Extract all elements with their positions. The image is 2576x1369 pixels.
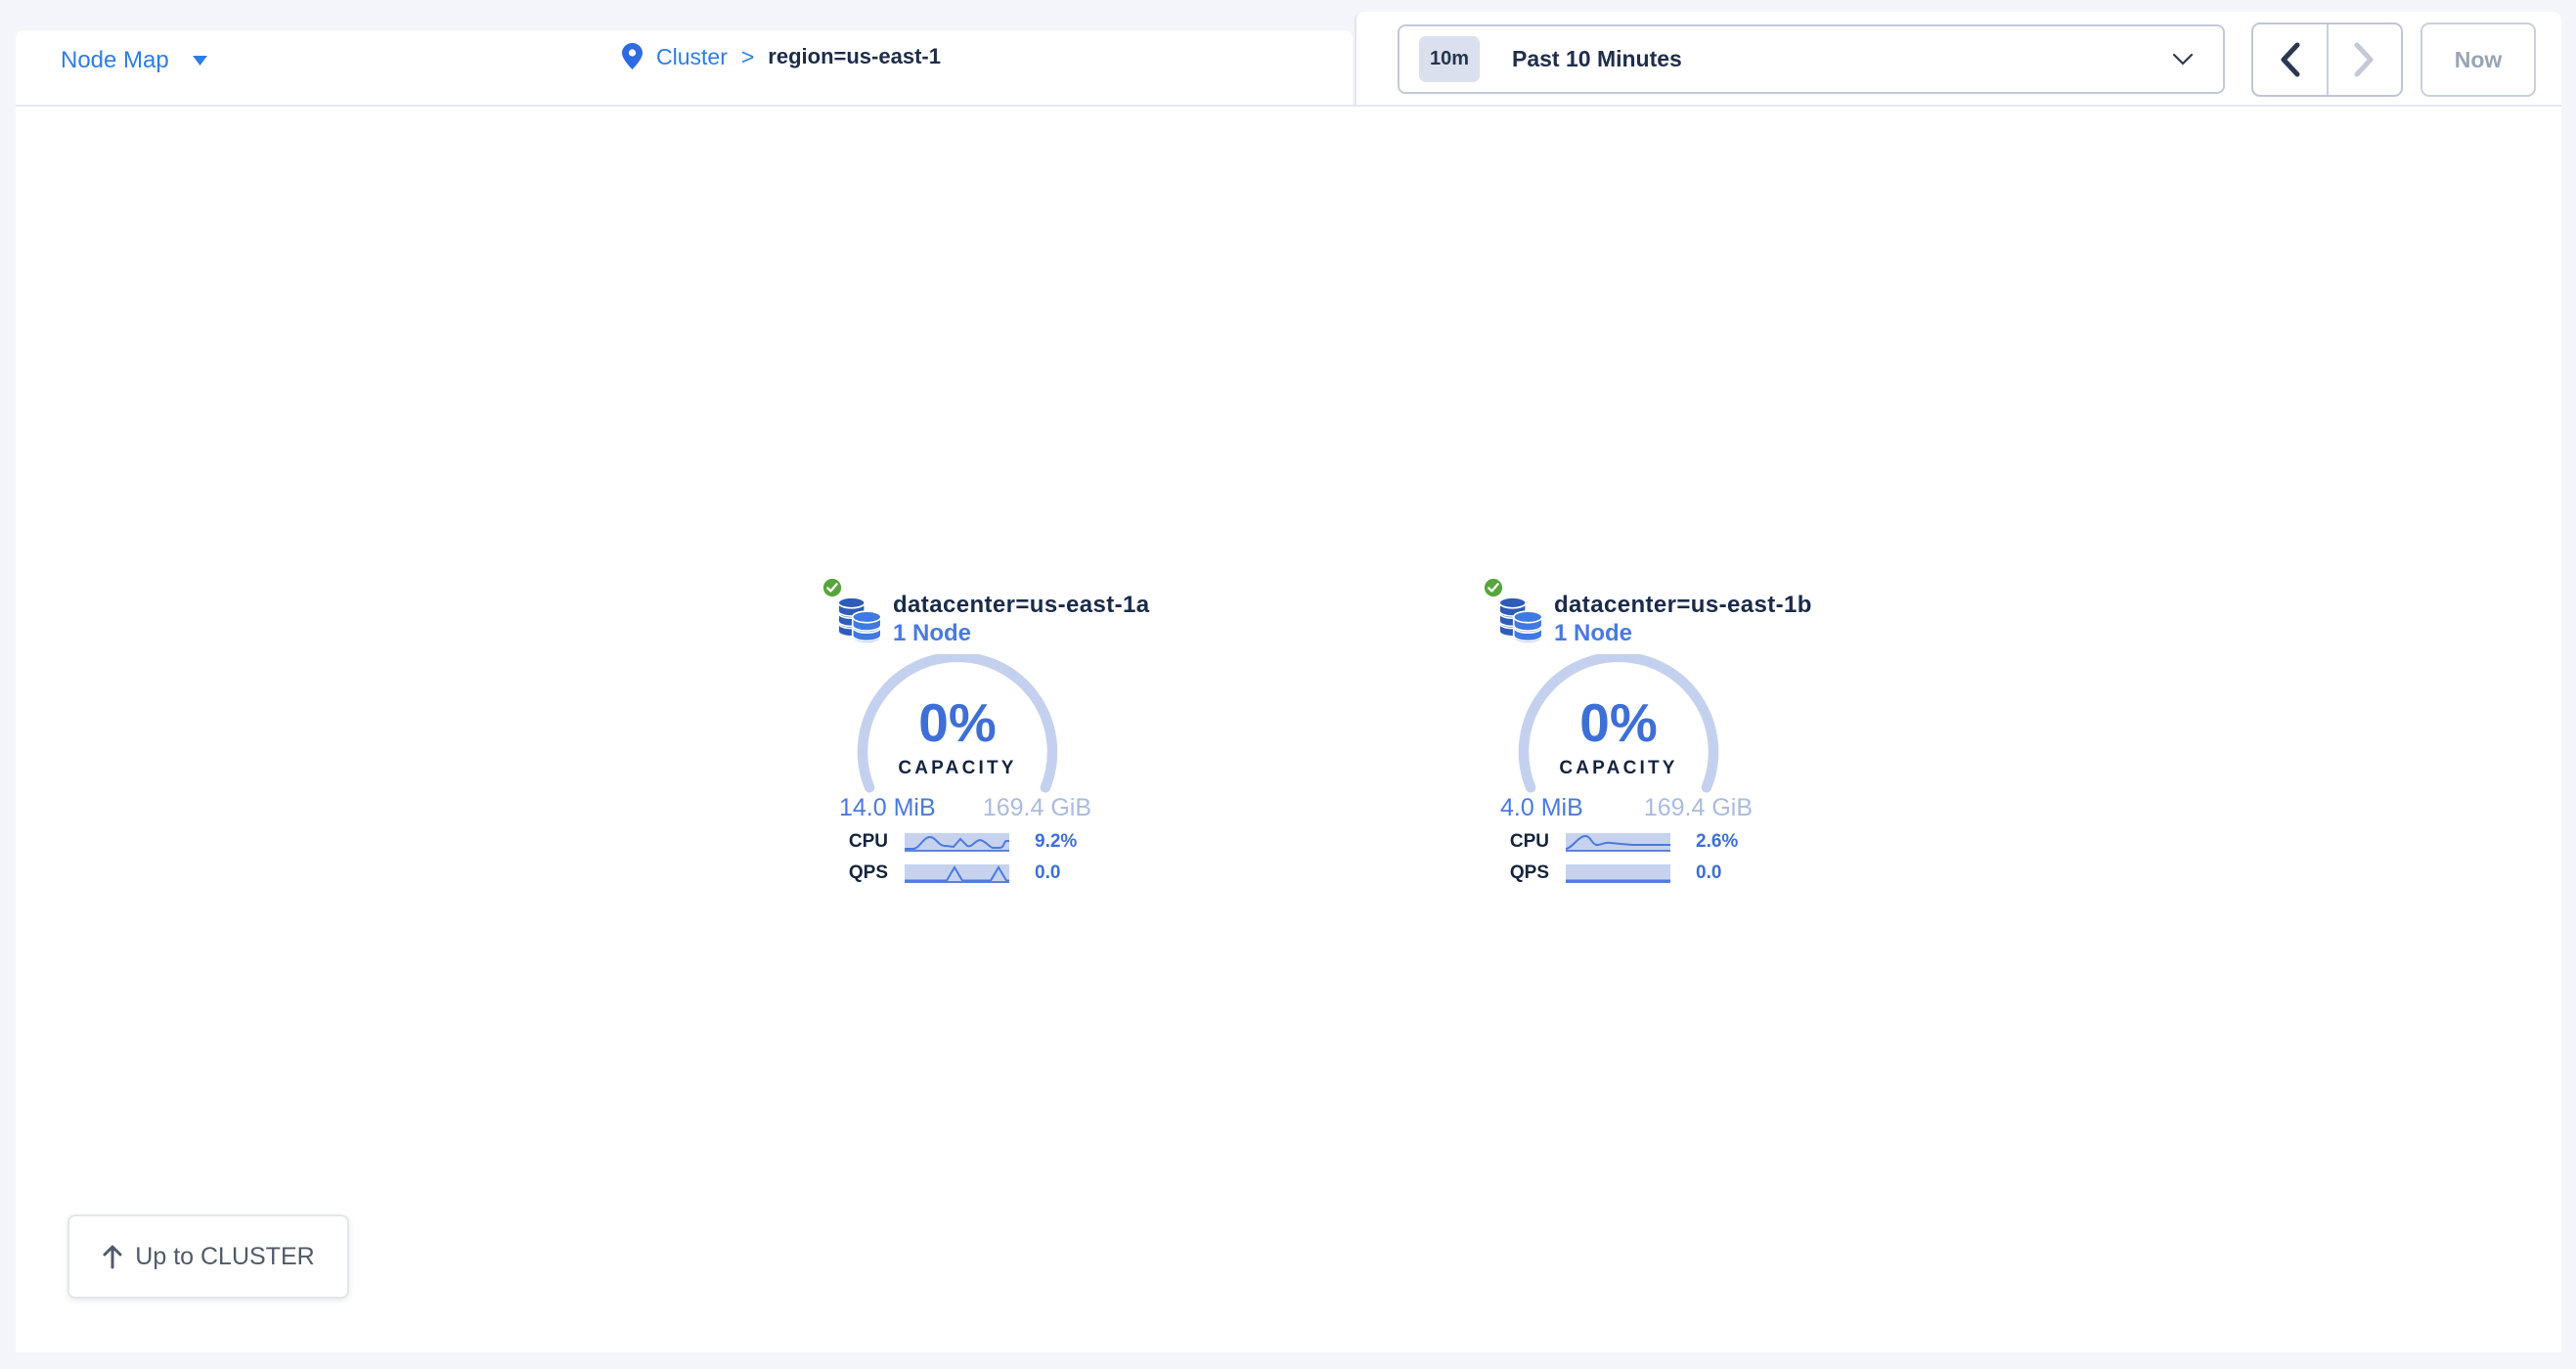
capacity-used: 14.0 MiB <box>839 796 936 820</box>
cpu-metric-row: CPU 9.2% <box>822 831 1105 853</box>
datacenter-group-us-east-1a[interactable]: datacenter=us-east-1a 1 Node 0% CAPACITY… <box>822 572 1164 895</box>
chevron-left-icon <box>2280 42 2300 77</box>
now-button-label: Now <box>2455 47 2503 73</box>
qps-value: 0.0 <box>1696 862 1721 884</box>
breadcrumb: Cluster > region=us-east-1 <box>622 43 941 70</box>
cpu-label: CPU <box>822 831 888 853</box>
cpu-sparkline <box>1566 833 1670 852</box>
chevron-right-icon <box>2354 42 2375 77</box>
qps-metric-row: QPS 0.0 <box>1483 862 1766 884</box>
breadcrumb-cluster-link[interactable]: Cluster <box>656 44 728 70</box>
datacenter-node-count: 1 Node <box>1554 620 1632 647</box>
capacity-label: CAPACITY <box>850 758 1065 779</box>
qps-label: QPS <box>1483 862 1549 884</box>
breadcrumb-separator: > <box>741 44 754 70</box>
node-map-canvas <box>16 107 2561 1352</box>
capacity-total: 169.4 GiB <box>1644 796 1753 820</box>
now-button[interactable]: Now <box>2421 22 2536 97</box>
view-selector-label: Node Map <box>61 47 169 74</box>
up-to-cluster-label: Up to CLUSTER <box>135 1243 314 1271</box>
capacity-percentage: 0% <box>850 696 1065 750</box>
time-back-button[interactable] <box>2253 24 2329 95</box>
datacenter-node-count: 1 Node <box>893 620 971 647</box>
time-forward-button[interactable] <box>2329 24 2402 95</box>
qps-sparkline <box>1566 864 1670 883</box>
chevron-down-icon <box>2172 53 2194 66</box>
datacenter-title: datacenter=us-east-1b <box>1554 592 1812 619</box>
qps-label: QPS <box>822 862 888 884</box>
qps-value: 0.0 <box>1035 862 1060 884</box>
qps-metric-row: QPS 0.0 <box>822 862 1105 884</box>
time-range-badge: 10m <box>1419 36 1480 82</box>
time-range-dropdown[interactable]: 10m Past 10 Minutes <box>1398 24 2225 94</box>
arrow-up-icon <box>102 1244 123 1269</box>
capacity-values: 14.0 MiB 169.4 GiB <box>839 796 1091 820</box>
datacenter-group-us-east-1b[interactable]: datacenter=us-east-1b 1 Node 0% CAPACITY… <box>1483 572 1825 895</box>
capacity-label: CAPACITY <box>1511 758 1726 779</box>
datacenter-title: datacenter=us-east-1a <box>893 592 1150 619</box>
time-range-label: Past 10 Minutes <box>1512 46 2172 72</box>
cpu-value: 9.2% <box>1035 831 1077 853</box>
cpu-sparkline <box>905 833 1009 852</box>
capacity-percentage: 0% <box>1511 696 1726 750</box>
cpu-value: 2.6% <box>1696 831 1738 853</box>
breadcrumb-current: region=us-east-1 <box>768 44 941 69</box>
capacity-total: 169.4 GiB <box>983 796 1091 820</box>
cpu-metric-row: CPU 2.6% <box>1483 831 1766 853</box>
chevron-down-icon <box>193 56 207 66</box>
capacity-used: 4.0 MiB <box>1500 796 1583 820</box>
up-to-cluster-button[interactable]: Up to CLUSTER <box>67 1214 349 1299</box>
capacity-values: 4.0 MiB 169.4 GiB <box>1500 796 1753 820</box>
cpu-label: CPU <box>1483 831 1549 853</box>
qps-sparkline <box>905 864 1009 883</box>
view-selector-dropdown[interactable]: Node Map <box>61 47 207 74</box>
location-pin-icon <box>622 43 643 70</box>
database-stack-icon <box>1498 593 1543 650</box>
database-stack-icon <box>837 593 882 650</box>
time-nav-group <box>2251 22 2403 97</box>
